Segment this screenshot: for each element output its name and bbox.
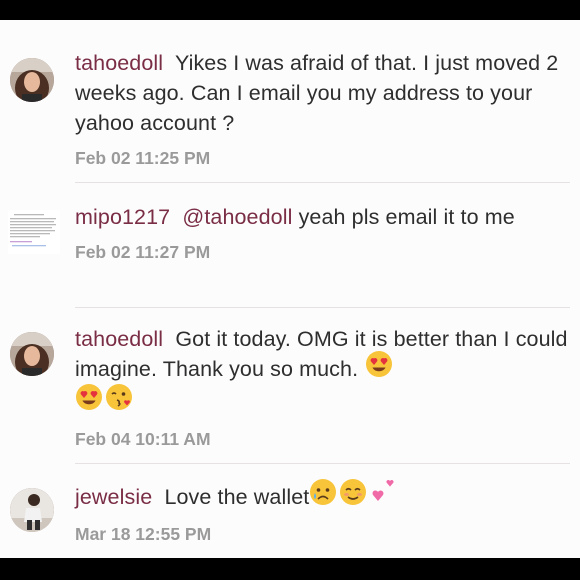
sad-relieved-emoji-icon (309, 478, 337, 514)
blush-smile-emoji-icon (339, 478, 367, 514)
comment-text-line: jewelsie Love the wallet (75, 479, 570, 514)
comment-text-line: tahoedoll Got it today. OMG it is better… (75, 324, 570, 419)
comment-text-line: tahoedoll Yikes I was afraid of that. I … (75, 48, 570, 138)
avatar[interactable] (10, 58, 54, 102)
avatar[interactable] (10, 332, 54, 376)
comment-body: jewelsie Love the wallet Mar 18 12:55 PM (75, 479, 570, 545)
divider (75, 463, 570, 464)
comment-timestamp: Mar 18 12:55 PM (75, 524, 212, 545)
comment-username[interactable]: tahoedoll (75, 327, 163, 351)
comment-timestamp: Feb 02 11:27 PM (75, 242, 211, 262)
comments-screen: tahoedoll Yikes I was afraid of that. I … (0, 20, 580, 558)
comment-text-line: mipo1217 @tahoedoll yeah pls email it to… (75, 202, 570, 232)
comment-timestamp: Feb 04 10:11 AM (75, 428, 211, 449)
avatar-photo-icon (10, 58, 54, 102)
avatar-photo-icon (10, 488, 54, 532)
two-hearts-emoji-icon (369, 478, 397, 514)
kiss-emoji-icon (105, 383, 133, 419)
comment-body: mipo1217 @tahoedoll yeah pls email it to… (75, 202, 570, 263)
heart-eyes-emoji-icon (75, 383, 103, 419)
heart-eyes-emoji-icon (365, 350, 393, 386)
avatar[interactable] (8, 210, 60, 254)
comment-username[interactable]: mipo1217 (75, 205, 170, 229)
bottom-bar (0, 558, 580, 580)
comment-body: tahoedoll Yikes I was afraid of that. I … (75, 48, 570, 169)
comment-username[interactable]: jewelsie (75, 485, 152, 509)
comment-username[interactable]: tahoedoll (75, 51, 163, 75)
avatar-note-icon (8, 210, 60, 254)
avatar[interactable] (10, 488, 54, 532)
comment-body: tahoedoll Got it today. OMG it is better… (75, 324, 570, 450)
comment-timestamp: Feb 02 11:25 PM (75, 148, 211, 168)
comment-text: Love the wallet (164, 485, 310, 509)
comment-text: yeah pls email it to me (298, 205, 515, 229)
comment-mention[interactable]: @tahoedoll (182, 205, 292, 229)
divider (75, 307, 570, 308)
divider (75, 182, 570, 183)
avatar-photo-icon (10, 332, 54, 376)
